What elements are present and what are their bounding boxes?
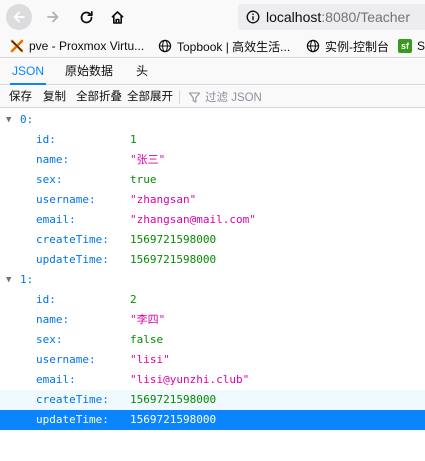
json-value: "李四": [130, 313, 166, 326]
json-row[interactable]: name: "李四": [0, 310, 425, 330]
array-index: 0:: [20, 113, 34, 126]
json-row[interactable]: id: 2: [0, 290, 425, 310]
bookmark-topbook[interactable]: Topbook | 高效生活...: [158, 37, 290, 55]
url-host: localhost: [266, 9, 322, 25]
bookmark-label: 实例-控制台: [325, 39, 389, 54]
save-button[interactable]: 保存: [9, 88, 32, 106]
json-value: "张三": [130, 153, 166, 166]
bookmark-proxmox[interactable]: pve - Proxmox Virtu...: [10, 37, 144, 55]
url-path: :8080/Teacher: [321, 9, 410, 25]
url-text: localhost:8080/Teacher: [266, 9, 410, 25]
array-item-0[interactable]: ▼ 0:: [0, 110, 425, 130]
tab-headers[interactable]: 头: [134, 59, 150, 85]
expand-triangle-icon[interactable]: ▼: [6, 110, 16, 130]
json-value: 2: [130, 293, 137, 306]
bookmark-sf[interactable]: sf S: [398, 37, 425, 55]
json-row-hovered[interactable]: createTime: 1569721598000: [0, 390, 425, 410]
json-row[interactable]: name: "张三": [0, 150, 425, 170]
array-item-1[interactable]: ▼ 1:: [0, 270, 425, 290]
proxmox-icon: [10, 39, 24, 53]
filter-placeholder: 过滤 JSON: [205, 92, 262, 104]
json-key: createTime:: [36, 393, 109, 406]
json-row-selected[interactable]: updateTime: 1569721598000: [0, 410, 425, 430]
json-value: "lisi": [130, 353, 170, 366]
json-key: username:: [36, 353, 96, 366]
forward-button[interactable]: [40, 4, 66, 30]
json-key: updateTime:: [36, 413, 109, 426]
forward-arrow-icon: [47, 11, 59, 23]
reload-icon: [80, 10, 93, 23]
expand-all-button[interactable]: 全部展开: [127, 88, 173, 106]
json-value: 1569721598000: [130, 233, 217, 246]
home-button[interactable]: [104, 4, 130, 30]
sf-icon: sf: [398, 39, 412, 53]
json-row[interactable]: updateTime: 1569721598000: [0, 250, 425, 270]
json-key: email:: [36, 373, 76, 386]
json-value: 1569721598000: [130, 413, 217, 426]
json-key: name:: [36, 153, 70, 166]
globe-icon: [158, 39, 172, 53]
json-tree: ▼ 0: id: 1 name: "张三" sex: true username: "z…: [0, 110, 425, 430]
json-value: 1: [130, 133, 137, 146]
json-row[interactable]: username: "lisi": [0, 350, 425, 370]
tab-json[interactable]: JSON: [10, 59, 47, 85]
reload-button[interactable]: [73, 4, 99, 30]
navigation-bar: localhost:8080/Teacher: [0, 0, 425, 34]
bookmark-console[interactable]: 实例-控制台: [306, 37, 389, 55]
bookmark-label: S: [417, 39, 425, 53]
json-value: true: [130, 173, 157, 186]
json-value: 1569721598000: [130, 393, 217, 406]
viewer-tabs: JSON 原始数据 头: [0, 59, 425, 85]
json-key: id:: [36, 133, 56, 146]
json-value: "zhangsan@mail.com": [130, 213, 256, 226]
toolbar-divider: [179, 90, 180, 104]
json-row[interactable]: id: 1: [0, 130, 425, 150]
filter-input[interactable]: 过滤 JSON: [188, 88, 262, 106]
json-row[interactable]: createTime: 1569721598000: [0, 230, 425, 250]
bookmarks-bar: pve - Proxmox Virtu... Topbook | 高效生活...…: [0, 34, 425, 58]
bookmark-label: Topbook | 高效生活...: [177, 39, 291, 54]
json-key: updateTime:: [36, 253, 109, 266]
array-index: 1:: [20, 273, 34, 286]
json-key: id:: [36, 293, 56, 306]
json-key: createTime:: [36, 233, 109, 246]
home-icon: [110, 10, 124, 24]
json-row[interactable]: email: "zhangsan@mail.com": [0, 210, 425, 230]
collapse-all-button[interactable]: 全部折叠: [76, 88, 122, 106]
json-row[interactable]: username: "zhangsan": [0, 190, 425, 210]
copy-button[interactable]: 复制: [43, 88, 66, 106]
json-key: username:: [36, 193, 96, 206]
url-bar[interactable]: localhost:8080/Teacher: [238, 4, 425, 30]
json-row[interactable]: sex: false: [0, 330, 425, 350]
json-key: sex:: [36, 333, 63, 346]
json-toolbar: 保存 复制 全部折叠 全部展开 过滤 JSON: [0, 86, 425, 108]
json-value: false: [130, 333, 164, 346]
json-key: email:: [36, 213, 76, 226]
json-key: sex:: [36, 173, 63, 186]
back-button[interactable]: [6, 4, 32, 30]
json-value: "zhangsan": [130, 193, 197, 206]
bookmark-label: pve - Proxmox Virtu...: [29, 39, 145, 53]
json-value: 1569721598000: [130, 253, 217, 266]
globe-icon: [306, 39, 320, 53]
filter-icon: [188, 91, 201, 103]
expand-triangle-icon[interactable]: ▼: [6, 270, 16, 290]
json-row[interactable]: email: "lisi@yunzhi.club": [0, 370, 425, 390]
back-arrow-icon: [13, 11, 25, 23]
tab-raw-data[interactable]: 原始数据: [63, 59, 115, 85]
info-icon: [246, 10, 260, 24]
json-value: "lisi@yunzhi.club": [130, 373, 250, 386]
json-row[interactable]: sex: true: [0, 170, 425, 190]
json-key: name:: [36, 313, 70, 326]
